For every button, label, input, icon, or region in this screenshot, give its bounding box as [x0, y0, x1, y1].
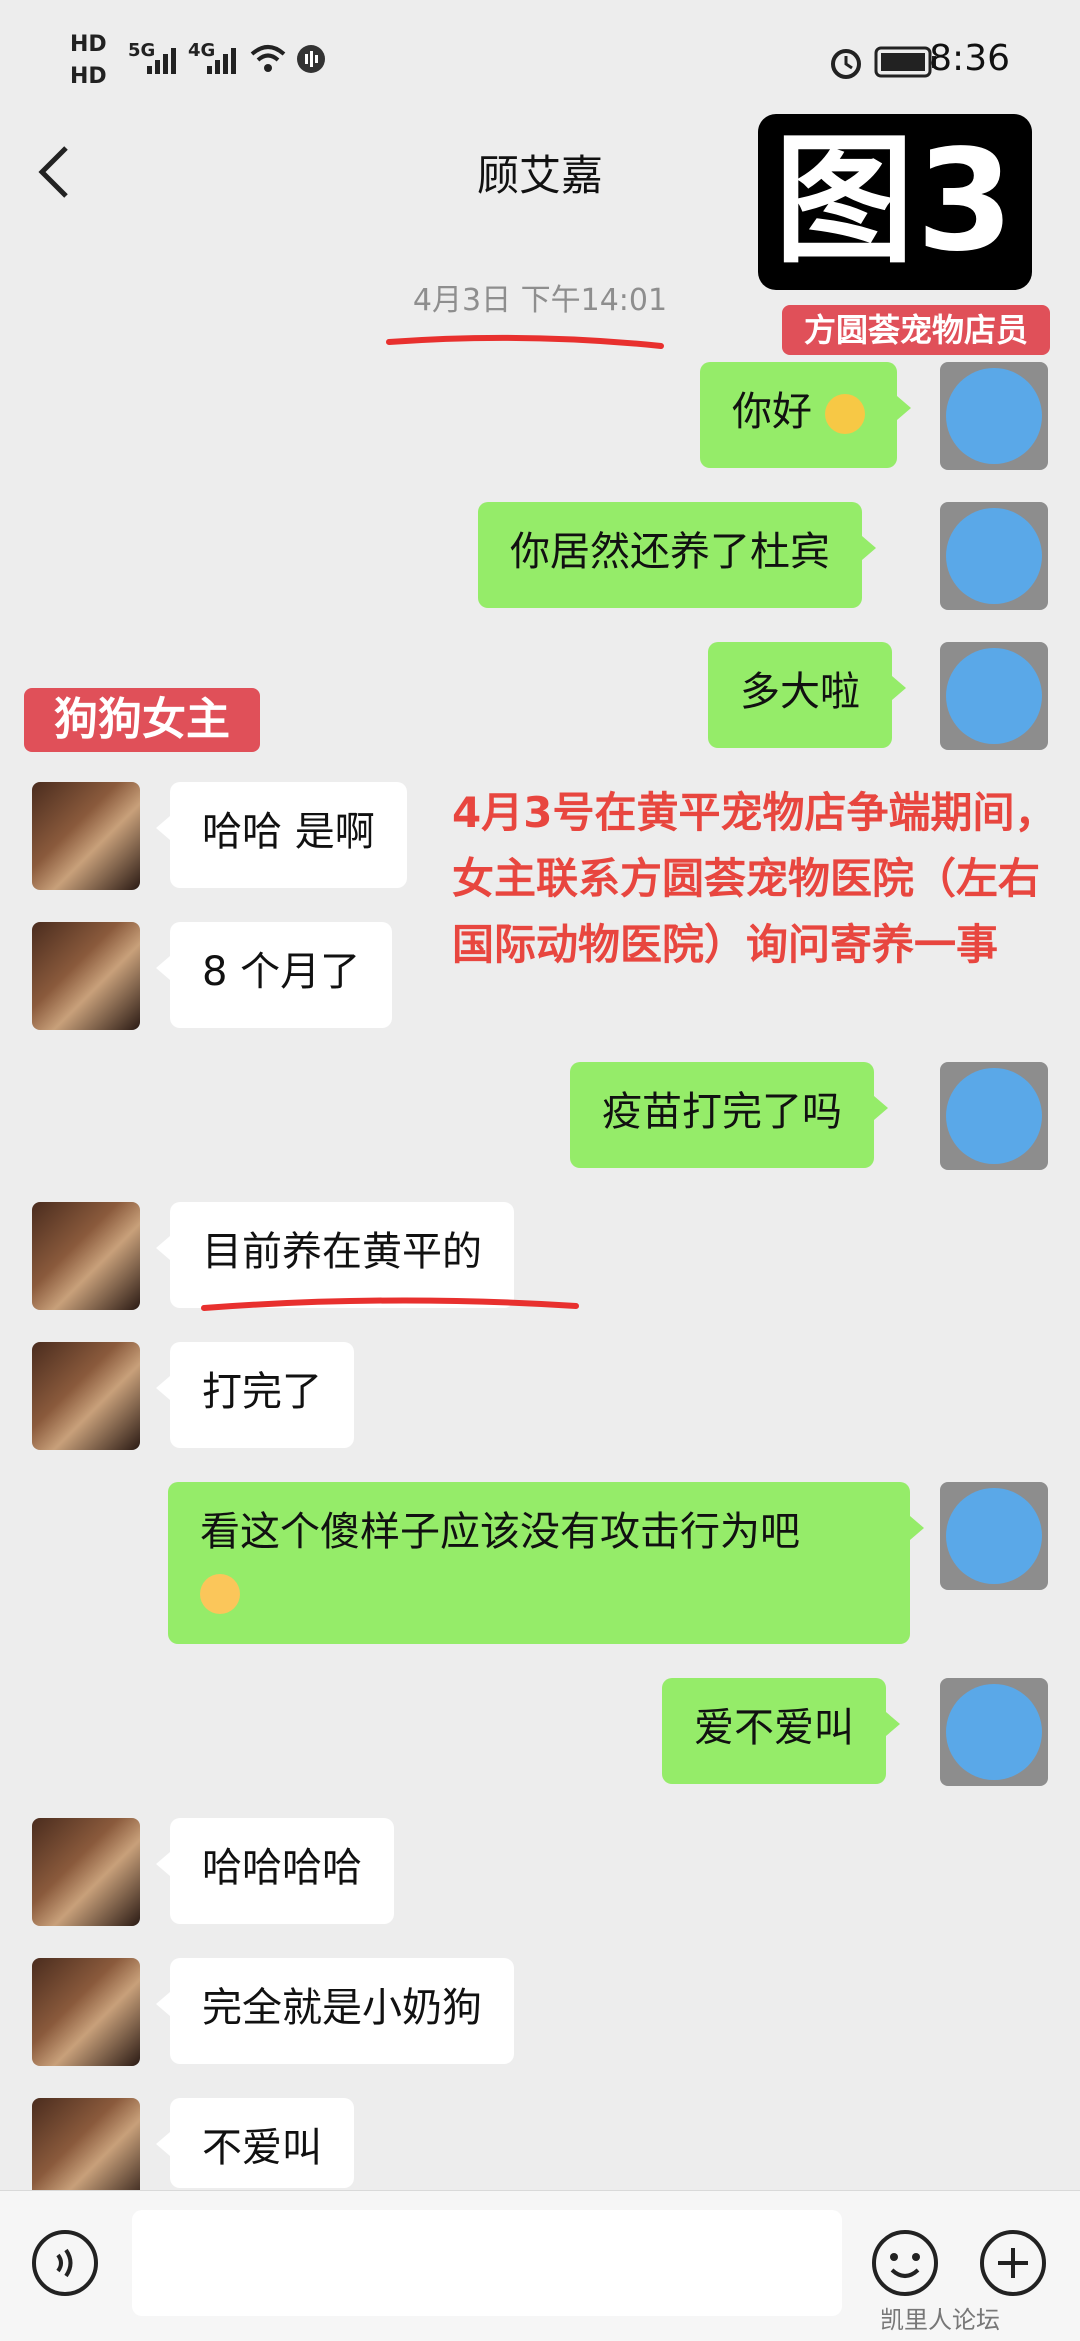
message-bubble-sent[interactable]: 多大啦	[708, 642, 906, 748]
message-text: 多大啦	[740, 669, 860, 715]
smile-emoji-icon	[200, 1574, 240, 1614]
avatar-shop[interactable]	[940, 1482, 1048, 1590]
avatar-shop[interactable]	[940, 1678, 1048, 1786]
message-bubble-received[interactable]: 打完了	[156, 1342, 354, 1448]
avatar-contact[interactable]	[32, 1202, 140, 1310]
message-bubble-received[interactable]: 8 个月了	[155, 922, 393, 1028]
message-bubble-sent[interactable]: 你居然还养了杜宾	[478, 502, 876, 608]
message-text: 哈哈哈哈	[202, 1845, 362, 1891]
annotation-text: 4月3号在黄平宠物店争端期间，女主联系方圆荟宠物医院（左右国际动物医院）询问寄养…	[452, 788, 1057, 969]
avatar-contact[interactable]	[32, 1958, 140, 2066]
highlight-underline	[386, 334, 664, 349]
message-text: 8 个月了	[202, 949, 361, 995]
figure-tag: 图3	[758, 114, 1032, 290]
message-text: 你居然还养了杜宾	[510, 529, 830, 575]
wifi-icon	[250, 45, 286, 72]
avatar-shop[interactable]	[940, 502, 1048, 610]
message-text: 打完了	[202, 1369, 322, 1415]
label-dog-owner: 狗狗女主	[24, 688, 260, 752]
message-bubble-sent[interactable]: 你好	[700, 362, 911, 468]
message-bubble-sent[interactable]: 看这个傻样子应该没有攻击行为吧	[168, 1482, 924, 1644]
message-text: 看这个傻样子应该没有攻击行为吧	[200, 1509, 800, 1555]
laugh-cry-emoji-icon	[824, 394, 865, 434]
emoji-icon[interactable]	[870, 2228, 940, 2298]
hd-indicator-2: HD	[70, 64, 107, 89]
add-icon[interactable]	[978, 2228, 1048, 2298]
label-shop-staff: 方圆荟宠物店员	[782, 305, 1050, 355]
message-bubble-received[interactable]: 不爱叫	[156, 2098, 354, 2188]
highlight-underline	[201, 1297, 579, 1311]
message-bubble-received[interactable]: 哈哈 是啊	[156, 782, 407, 888]
hd-indicator-1: HD	[70, 32, 107, 57]
sound-wave-icon	[297, 45, 325, 73]
avatar-contact[interactable]	[32, 1342, 140, 1450]
message-text: 你好	[732, 389, 812, 435]
message-bubble-sent[interactable]: 爱不爱叫	[662, 1678, 900, 1784]
message-text: 爱不爱叫	[694, 1705, 854, 1751]
alarm-icon	[831, 49, 861, 79]
message-bubble-received[interactable]: 哈哈哈哈	[156, 1818, 394, 1924]
avatar-shop[interactable]	[940, 1062, 1048, 1170]
message-input[interactable]	[132, 2210, 842, 2316]
watermark: 凯里人论坛	[880, 2306, 1000, 2334]
message-bubble-sent[interactable]: 疫苗打完了吗	[570, 1062, 888, 1168]
signal-icon-2	[207, 48, 236, 74]
voice-icon[interactable]	[30, 2228, 100, 2298]
message-text: 哈哈 是啊	[202, 809, 375, 855]
avatar-contact[interactable]	[32, 782, 140, 890]
status-bar: HD HD 5G 4G 8:36	[0, 0, 1080, 120]
avatar-contact[interactable]	[32, 922, 140, 1030]
message-text: 目前养在黄平的	[202, 1229, 482, 1275]
signal-icon	[147, 48, 176, 74]
message-text: 疫苗打完了吗	[602, 1089, 842, 1135]
avatar-contact[interactable]	[32, 1818, 140, 1926]
message-text: 不爱叫	[202, 2125, 322, 2171]
avatar-shop[interactable]	[940, 362, 1048, 470]
avatar-shop[interactable]	[940, 642, 1048, 750]
clock-time: 8:36	[929, 38, 1010, 79]
message-bubble-received[interactable]: 完全就是小奶狗	[156, 1958, 514, 2064]
message-text: 完全就是小奶狗	[202, 1985, 482, 2031]
